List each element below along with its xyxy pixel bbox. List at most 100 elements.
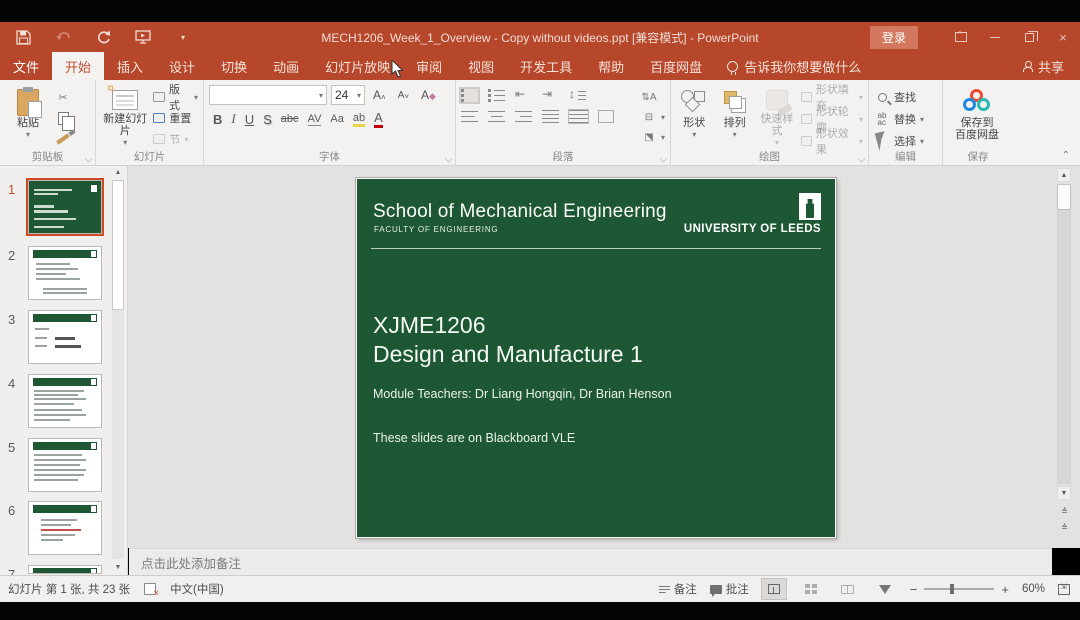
add-remove-columns-button[interactable] — [598, 110, 614, 123]
slide-blackboard-line[interactable]: These slides are on Blackboard VLE — [373, 431, 575, 445]
slide-school-title[interactable]: School of Mechanical Engineering — [373, 201, 667, 223]
vertical-scrollbar[interactable]: ▲ ▼ ≜ ≙ — [1056, 168, 1072, 546]
zoom-slider-thumb[interactable] — [950, 584, 954, 594]
slide-module-code[interactable]: XJME1206 — [373, 312, 486, 339]
layout-button[interactable]: 版式▾ — [153, 89, 198, 105]
fit-slide-to-window-icon[interactable] — [1058, 584, 1070, 595]
share-button[interactable]: 共享 — [1007, 52, 1080, 80]
clear-formatting-button[interactable]: A◆ — [417, 87, 440, 103]
thumbnail-2[interactable]: 2 — [0, 246, 104, 304]
text-shadow-button[interactable]: S — [263, 112, 272, 127]
thumbnail-scrollbar[interactable]: ▲ ▼ — [111, 166, 125, 575]
text-direction-button[interactable]: ⇅A — [641, 89, 665, 105]
line-spacing-button[interactable] — [569, 89, 586, 102]
quick-styles-button[interactable]: 快速样式 ▾ — [757, 85, 797, 149]
slide-sorter-view-button[interactable] — [799, 579, 823, 599]
thumbnail-slide-preview[interactable] — [28, 501, 102, 555]
columns-button[interactable] — [569, 110, 588, 123]
restore-icon[interactable] — [1012, 22, 1046, 52]
scroll-down-icon[interactable]: ▼ — [112, 561, 124, 574]
thumbnail-slide-preview[interactable] — [28, 310, 102, 364]
paste-button[interactable]: 粘贴 ▾ — [5, 85, 51, 149]
next-slide-icon[interactable]: ≙ — [1057, 520, 1071, 534]
thumbnail-slide-preview[interactable] — [28, 246, 102, 300]
scroll-down-icon[interactable]: ▼ — [1057, 486, 1071, 500]
slide-course-title[interactable]: Design and Manufacture 1 — [373, 341, 643, 368]
convert-smartart-button[interactable]: ⬔▾ — [641, 129, 665, 145]
zoom-out-icon[interactable]: − — [910, 582, 918, 597]
tab-help[interactable]: 帮助 — [585, 52, 637, 80]
customize-qat-icon[interactable]: ▾ — [174, 28, 192, 46]
italic-button[interactable]: I — [231, 111, 235, 127]
align-right-button[interactable] — [515, 110, 532, 123]
tab-baidu-netdisk[interactable]: 百度网盘 — [637, 52, 715, 80]
scroll-up-icon[interactable]: ▲ — [1057, 168, 1071, 182]
thumbnail-1[interactable]: 1 — [0, 180, 104, 238]
select-button[interactable]: 选择▾ — [874, 133, 924, 149]
scroll-track[interactable] — [1057, 184, 1071, 484]
copy-button[interactable] — [55, 110, 71, 126]
minimize-icon[interactable] — [978, 22, 1012, 52]
thumbnail-5[interactable]: 5 — [0, 438, 104, 496]
shape-effects-button[interactable]: 形状效果▾ — [801, 133, 863, 149]
slide-canvas[interactable]: School of Mechanical Engineering FACULTY… — [356, 178, 836, 538]
align-text-button[interactable]: ⊟▾ — [641, 109, 665, 125]
tell-me-box[interactable]: 告诉我你想要做什么 — [715, 52, 873, 80]
increase-font-button[interactable]: A˄ — [369, 87, 390, 103]
numbering-button[interactable] — [488, 89, 505, 102]
thumbnail-slide-preview[interactable] — [28, 180, 102, 234]
collapse-ribbon-icon[interactable]: ⌃ — [1062, 150, 1070, 161]
replace-button[interactable]: abac替换▾ — [874, 111, 924, 127]
format-painter-button[interactable] — [55, 131, 71, 147]
font-color-button[interactable]: A — [374, 110, 383, 128]
shapes-button[interactable]: 形状 ▾ — [676, 85, 712, 149]
character-spacing-button[interactable]: AV — [308, 113, 322, 126]
cut-button[interactable]: ✂ — [55, 89, 71, 105]
undo-icon[interactable] — [54, 28, 72, 46]
tab-view[interactable]: 视图 — [455, 52, 507, 80]
decrease-indent-button[interactable] — [515, 89, 532, 102]
thumbnail-4[interactable]: 4 — [0, 374, 104, 432]
save-icon[interactable] — [14, 28, 32, 46]
redo-icon[interactable] — [94, 28, 112, 46]
thumbnail-6[interactable]: 6 — [0, 501, 104, 559]
start-slideshow-icon[interactable] — [134, 28, 152, 46]
strikethrough-button[interactable]: abc — [281, 113, 299, 125]
thumbnail-slide-preview[interactable] — [28, 374, 102, 428]
tab-transitions[interactable]: 切换 — [208, 52, 260, 80]
change-case-button[interactable]: Aa — [330, 113, 343, 125]
bullets-button[interactable] — [461, 89, 478, 102]
font-name-combo[interactable]: ▾ — [209, 85, 327, 105]
underline-button[interactable]: U — [245, 112, 254, 127]
save-to-baidu-button[interactable]: 保存到 百度网盘 — [948, 85, 1006, 149]
previous-slide-icon[interactable]: ≜ — [1057, 504, 1071, 518]
normal-view-button[interactable] — [762, 579, 786, 599]
slide-faculty-subtitle[interactable]: FACULTY OF ENGINEERING — [374, 225, 498, 234]
thumbnail-scroll-thumb[interactable] — [112, 180, 124, 310]
zoom-in-icon[interactable]: + — [1001, 582, 1009, 597]
notes-pane[interactable]: 点击此处添加备注 — [129, 548, 1052, 575]
language-indicator[interactable]: 中文(中国) — [170, 581, 224, 597]
tab-file[interactable]: 文件 — [0, 52, 52, 80]
zoom-percentage[interactable]: 60% — [1022, 583, 1045, 595]
thumbnail-3[interactable]: 3 — [0, 310, 104, 368]
tab-slideshow[interactable]: 幻灯片放映 — [312, 52, 403, 80]
justify-button[interactable] — [542, 110, 559, 123]
bold-button[interactable]: B — [213, 112, 222, 127]
slideshow-view-button[interactable] — [873, 579, 897, 599]
highlight-color-button[interactable]: ab — [353, 112, 365, 127]
spellcheck-icon[interactable] — [144, 583, 156, 595]
notes-placeholder[interactable]: 点击此处添加备注 — [129, 553, 241, 572]
tab-design[interactable]: 设计 — [156, 52, 208, 80]
slide-teachers-line[interactable]: Module Teachers: Dr Liang Hongqin, Dr Br… — [373, 387, 672, 401]
align-center-button[interactable] — [488, 110, 505, 123]
tab-home[interactable]: 开始 — [52, 52, 104, 80]
sign-in-button[interactable]: 登录 — [870, 26, 918, 49]
thumbnail-slide-preview[interactable] — [28, 565, 102, 574]
tab-animations[interactable]: 动画 — [260, 52, 312, 80]
tab-review[interactable]: 审阅 — [403, 52, 455, 80]
reset-button[interactable]: 重置 — [153, 110, 198, 126]
zoom-slider[interactable] — [924, 588, 994, 590]
thumbnail-slide-preview[interactable] — [28, 438, 102, 492]
scroll-up-icon[interactable]: ▲ — [112, 166, 124, 179]
